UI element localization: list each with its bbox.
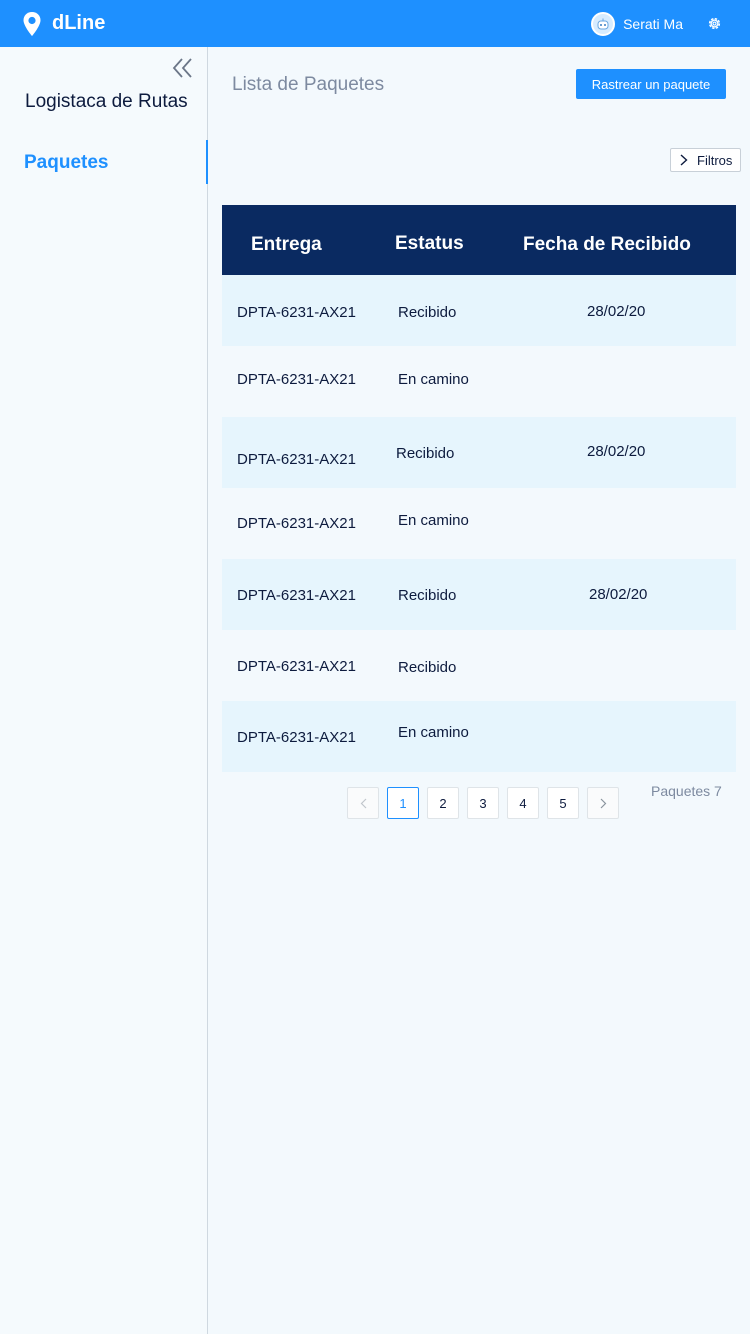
cell-estatus: En camino	[398, 512, 469, 529]
cell-entrega: DPTA-6231-AX21	[237, 371, 356, 388]
cell-estatus: Recibido	[398, 587, 457, 604]
packages-table: Entrega Estatus Fecha de Recibido DPTA-6…	[222, 205, 736, 772]
user-menu[interactable]: Serati Ma	[591, 12, 683, 36]
table-row[interactable]: DPTA-6231-AX21 Recibido	[222, 630, 736, 701]
brand[interactable]: dLine	[22, 11, 105, 37]
app-name: dLine	[52, 12, 106, 34]
cell-estatus: Recibido	[396, 445, 455, 462]
cell-fecha: 28/02/20	[589, 586, 648, 603]
chevron-left-icon	[360, 798, 366, 808]
cell-estatus: Recibido	[398, 659, 457, 676]
chevron-right-icon	[680, 154, 688, 166]
page-title: Lista de Paquetes	[232, 74, 385, 95]
settings-gear-icon[interactable]	[707, 16, 722, 31]
user-name: Serati Ma	[623, 16, 683, 32]
sidebar-item-label: Paquetes	[24, 152, 109, 173]
page-button-2[interactable]: 2	[427, 787, 459, 819]
cell-entrega: DPTA-6231-AX21	[237, 451, 356, 468]
sidebar: Logistaca de Rutas Paquetes	[0, 47, 208, 1334]
cell-fecha: 28/02/20	[587, 443, 646, 460]
pagination: 1 2 3 4 5	[347, 787, 627, 819]
top-bar: dLine Serati Ma	[0, 0, 750, 47]
cell-estatus: Recibido	[398, 304, 457, 321]
cell-estatus: En camino	[398, 371, 469, 388]
table-row[interactable]: DPTA-6231-AX21 En camino	[222, 701, 736, 772]
sidebar-item-paquetes[interactable]: Paquetes	[0, 140, 208, 184]
cell-fecha: 28/02/20	[587, 303, 646, 320]
page-button-4[interactable]: 4	[507, 787, 539, 819]
cell-estatus: En camino	[398, 724, 469, 741]
column-header-entrega[interactable]: Entrega	[251, 234, 322, 256]
cell-entrega: DPTA-6231-AX21	[237, 515, 356, 532]
column-header-fecha[interactable]: Fecha de Recibido	[523, 234, 691, 256]
total-packages-count: Paquetes 7	[651, 783, 722, 799]
filters-button[interactable]: Filtros	[670, 148, 741, 172]
next-page-button[interactable]	[587, 787, 619, 819]
table-row[interactable]: DPTA-6231-AX21 Recibido 28/02/20	[222, 559, 736, 630]
sidebar-title: Logistaca de Rutas	[25, 91, 188, 112]
page-button-1[interactable]: 1	[387, 787, 419, 819]
cell-entrega: DPTA-6231-AX21	[237, 304, 356, 321]
table-header: Entrega Estatus Fecha de Recibido	[222, 205, 736, 275]
cell-entrega: DPTA-6231-AX21	[237, 587, 356, 604]
location-pin-icon	[23, 11, 41, 36]
avatar[interactable]	[591, 12, 616, 36]
track-package-button[interactable]: Rastrear un paquete	[576, 69, 726, 99]
robot-avatar-icon	[597, 18, 609, 30]
collapse-sidebar-icon[interactable]	[172, 57, 194, 79]
table-row[interactable]: DPTA-6231-AX21 Recibido 28/02/20	[222, 417, 736, 488]
chevron-right-icon	[600, 798, 606, 808]
cell-entrega: DPTA-6231-AX21	[237, 658, 356, 675]
table-row[interactable]: DPTA-6231-AX21 En camino	[222, 346, 736, 417]
page-button-5[interactable]: 5	[547, 787, 579, 819]
cell-entrega: DPTA-6231-AX21	[237, 729, 356, 746]
column-header-estatus[interactable]: Estatus	[395, 233, 464, 255]
page-button-3[interactable]: 3	[467, 787, 499, 819]
filters-label: Filtros	[697, 152, 733, 168]
table-row[interactable]: DPTA-6231-AX21 Recibido 28/02/20	[222, 275, 736, 346]
table-row[interactable]: DPTA-6231-AX21 En camino	[222, 488, 736, 559]
prev-page-button[interactable]	[347, 787, 379, 819]
